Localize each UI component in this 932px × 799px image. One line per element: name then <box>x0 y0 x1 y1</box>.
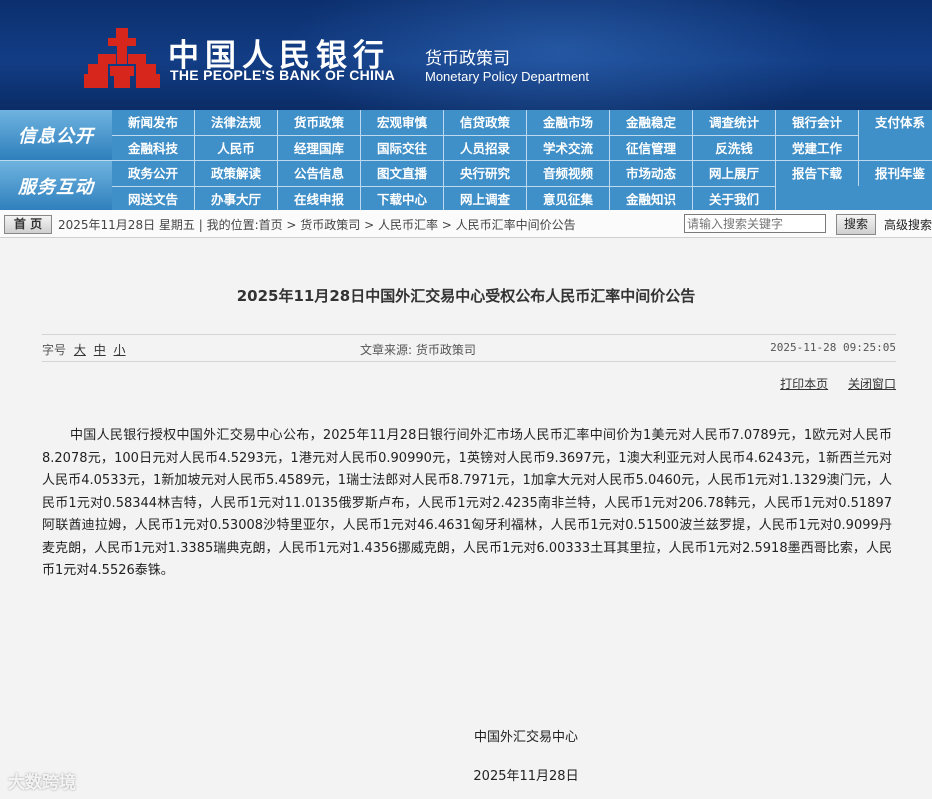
department-name-cn: 货币政策司 <box>425 49 510 69</box>
nav-item-party-building[interactable]: 党建工作 <box>776 136 859 161</box>
article-meta: 字号 大 中 小 文章来源: 货币政策司 2025-11-28 09:25:05 <box>42 334 896 362</box>
search-input[interactable] <box>684 214 826 233</box>
nav-info-block: 信息公开 新闻发布 法律法规 货币政策 宏观审慎 信贷政策 金融市场 金融稳定 … <box>0 110 932 161</box>
font-size-medium-link[interactable]: 中 <box>94 343 106 357</box>
nav-item-international[interactable]: 国际交往 <box>361 136 444 161</box>
nav-item-announcements[interactable]: 公告信息 <box>278 161 361 186</box>
nav-item-service-hall[interactable]: 办事大厅 <box>195 187 278 212</box>
signature-date: 2025年11月28日 <box>473 769 579 784</box>
article-body: 中国人民银行授权中国外汇交易中心公布，2025年11月28日银行间外汇市场人民币… <box>42 428 892 578</box>
nav-item-credit-reference[interactable]: 征信管理 <box>610 136 693 161</box>
close-window-link[interactable]: 关闭窗口 <box>848 377 896 391</box>
nav-item-macroprudential[interactable]: 宏观审慎 <box>361 110 444 135</box>
nav-item-market-dynamics[interactable]: 市场动态 <box>610 161 693 186</box>
nav-item-online-exhibition[interactable]: 网上展厅 <box>693 161 776 186</box>
nav-item-credit-policy[interactable]: 信贷政策 <box>444 110 527 135</box>
nav-item-online-filing[interactable]: 在线申报 <box>278 187 361 212</box>
breadcrumb: 2025年11月28日 星期五 | 我的位置:首页 > 货币政策司 > 人民币汇… <box>58 218 576 232</box>
nav-item-about-us[interactable]: 关于我们 <box>693 187 776 212</box>
nav-item-download-center[interactable]: 下载中心 <box>361 187 444 212</box>
nav-info-row2: 金融科技 人民币 经理国库 国际交往 人员招录 学术交流 征信管理 反洗钱 党建… <box>112 135 859 161</box>
nav-category-info: 信息公开 <box>0 110 112 160</box>
article-actions: 打印本页 关闭窗口 <box>764 375 896 392</box>
watermark: 大数跨境 <box>8 773 76 793</box>
nav-item-statistics[interactable]: 调查统计 <box>693 110 776 135</box>
nav-item-survey[interactable]: 网上调查 <box>444 187 527 212</box>
breadcrumb-bar: 首 页 2025年11月28日 星期五 | 我的位置:首页 > 货币政策司 > … <box>0 210 932 238</box>
nav-item-rmb[interactable]: 人民币 <box>195 136 278 161</box>
nav-item-financial-stability[interactable]: 金融稳定 <box>610 110 693 135</box>
pboc-logo-icon <box>84 28 160 88</box>
nav-item-aml[interactable]: 反洗钱 <box>693 136 776 161</box>
nav-item-recruitment[interactable]: 人员招录 <box>444 136 527 161</box>
nav-item-financial-markets[interactable]: 金融市场 <box>527 110 610 135</box>
nav-item-live[interactable]: 图文直播 <box>361 161 444 186</box>
nav-item-financial-knowledge[interactable]: 金融知识 <box>610 187 693 212</box>
nav-item-media[interactable]: 音频视频 <box>527 161 610 186</box>
nav-item-policy-interpretation[interactable]: 政策解读 <box>195 161 278 186</box>
nav-item-gov-affairs[interactable]: 政务公开 <box>112 161 195 186</box>
nav-item-monetary-policy[interactable]: 货币政策 <box>278 110 361 135</box>
site-header: 中国人民银行 THE PEOPLE'S BANK OF CHINA 货币政策司 … <box>0 0 932 110</box>
nav-item-report-download[interactable]: 报告下载 <box>776 161 859 186</box>
nav-service-row2: 网送文告 办事大厅 在线申报 下载中心 网上调查 意见征集 金融知识 关于我们 <box>112 186 776 212</box>
article-source: 文章来源: 货币政策司 <box>360 343 476 357</box>
bank-name-en: THE PEOPLE'S BANK OF CHINA <box>170 67 396 83</box>
article-title: 2025年11月28日中国外汇交易中心受权公布人民币汇率中间价公告 <box>236 287 696 305</box>
signature-org: 中国外汇交易中心 <box>473 730 578 745</box>
nav-item-research[interactable]: 央行研究 <box>444 161 527 186</box>
nav-item-yearbook[interactable]: 报刊年鉴 <box>859 161 932 186</box>
nav-item-treasury[interactable]: 经理国库 <box>278 136 361 161</box>
nav-item-payment[interactable]: 支付体系 <box>859 110 932 135</box>
nav-item-accounting[interactable]: 银行会计 <box>776 110 859 135</box>
nav-item-laws[interactable]: 法律法规 <box>195 110 278 135</box>
search-button[interactable]: 搜索 <box>836 214 876 235</box>
department-name-en: Monetary Policy Department <box>425 69 590 84</box>
nav-item-fintech[interactable]: 金融科技 <box>112 136 195 161</box>
nav-item-academic[interactable]: 学术交流 <box>527 136 610 161</box>
print-link[interactable]: 打印本页 <box>780 377 828 391</box>
nav-item-news[interactable]: 新闻发布 <box>112 110 195 135</box>
nav-item-feedback[interactable]: 意见征集 <box>527 187 610 212</box>
nav-service-block: 服务互动 政务公开 政策解读 公告信息 图文直播 央行研究 音频视频 市场动态 … <box>0 160 932 212</box>
main-nav: 信息公开 新闻发布 法律法规 货币政策 宏观审慎 信贷政策 金融市场 金融稳定 … <box>0 110 932 212</box>
nav-item-documents[interactable]: 网送文告 <box>112 187 195 212</box>
font-size-large-link[interactable]: 大 <box>74 343 86 357</box>
nav-service-row1: 政务公开 政策解读 公告信息 图文直播 央行研究 音频视频 市场动态 网上展厅 … <box>112 161 932 186</box>
font-size-small-link[interactable]: 小 <box>114 343 126 357</box>
home-button[interactable]: 首 页 <box>4 215 52 234</box>
nav-category-service: 服务互动 <box>0 161 112 211</box>
font-size-controls: 字号 大 中 小 <box>42 341 126 358</box>
article-datetime: 2025-11-28 09:25:05 <box>770 341 896 354</box>
advanced-search-link[interactable]: 高级搜索 <box>884 216 932 233</box>
nav-info-row1: 新闻发布 法律法规 货币政策 宏观审慎 信贷政策 金融市场 金融稳定 调查统计 … <box>112 110 932 135</box>
font-size-label: 字号 <box>42 343 67 357</box>
